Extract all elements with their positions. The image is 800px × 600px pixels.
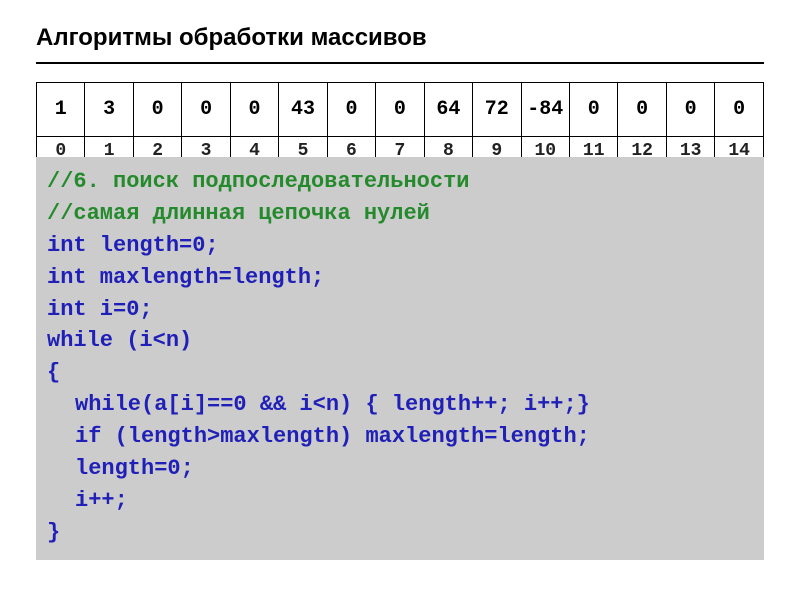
code-line: length=0; — [47, 453, 753, 485]
code-line: int length=0; — [47, 230, 753, 262]
slide-title: Алгоритмы обработки массивов — [36, 24, 764, 64]
code-text: while(a[i]==0 && i<n) { length++; i++;} — [47, 389, 590, 421]
array-cell: 3 — [85, 83, 133, 137]
code-block: //6. поиск подпоследовательности //самая… — [36, 157, 764, 560]
code-text: if (length>maxlength) maxlength=length; — [47, 421, 590, 453]
array-cell: -84 — [521, 83, 569, 137]
code-line: int i=0; — [47, 294, 753, 326]
array-cell: 0 — [230, 83, 278, 137]
array-cell: 0 — [715, 83, 764, 137]
array-cell: 0 — [666, 83, 714, 137]
array-cell: 0 — [327, 83, 375, 137]
code-text: i++; — [47, 485, 128, 517]
code-line: } — [47, 517, 753, 549]
code-line: { — [47, 357, 753, 389]
code-line: while (i<n) — [47, 325, 753, 357]
array-values-row: 1 3 0 0 0 43 0 0 64 72 -84 0 0 0 0 — [37, 83, 764, 137]
code-line: while(a[i]==0 && i<n) { length++; i++;} — [47, 389, 753, 421]
array-cell: 1 — [37, 83, 85, 137]
code-line: i++; — [47, 485, 753, 517]
code-comment: //6. поиск подпоследовательности — [47, 166, 753, 198]
code-comment: //самая длинная цепочка нулей — [47, 198, 753, 230]
array-cell: 72 — [473, 83, 521, 137]
array-cell: 43 — [279, 83, 327, 137]
code-line: if (length>maxlength) maxlength=length; — [47, 421, 753, 453]
code-line: int maxlength=length; — [47, 262, 753, 294]
array-table: 1 3 0 0 0 43 0 0 64 72 -84 0 0 0 0 0 1 2… — [36, 82, 764, 165]
array-cell: 0 — [618, 83, 666, 137]
array-table-wrap: 1 3 0 0 0 43 0 0 64 72 -84 0 0 0 0 0 1 2… — [36, 82, 764, 165]
array-cell: 0 — [569, 83, 617, 137]
array-cell: 0 — [182, 83, 230, 137]
code-text: length=0; — [47, 453, 194, 485]
array-cell: 0 — [133, 83, 181, 137]
array-cell: 0 — [376, 83, 424, 137]
array-cell: 64 — [424, 83, 472, 137]
slide: Алгоритмы обработки массивов 1 3 0 0 0 4… — [0, 0, 800, 600]
